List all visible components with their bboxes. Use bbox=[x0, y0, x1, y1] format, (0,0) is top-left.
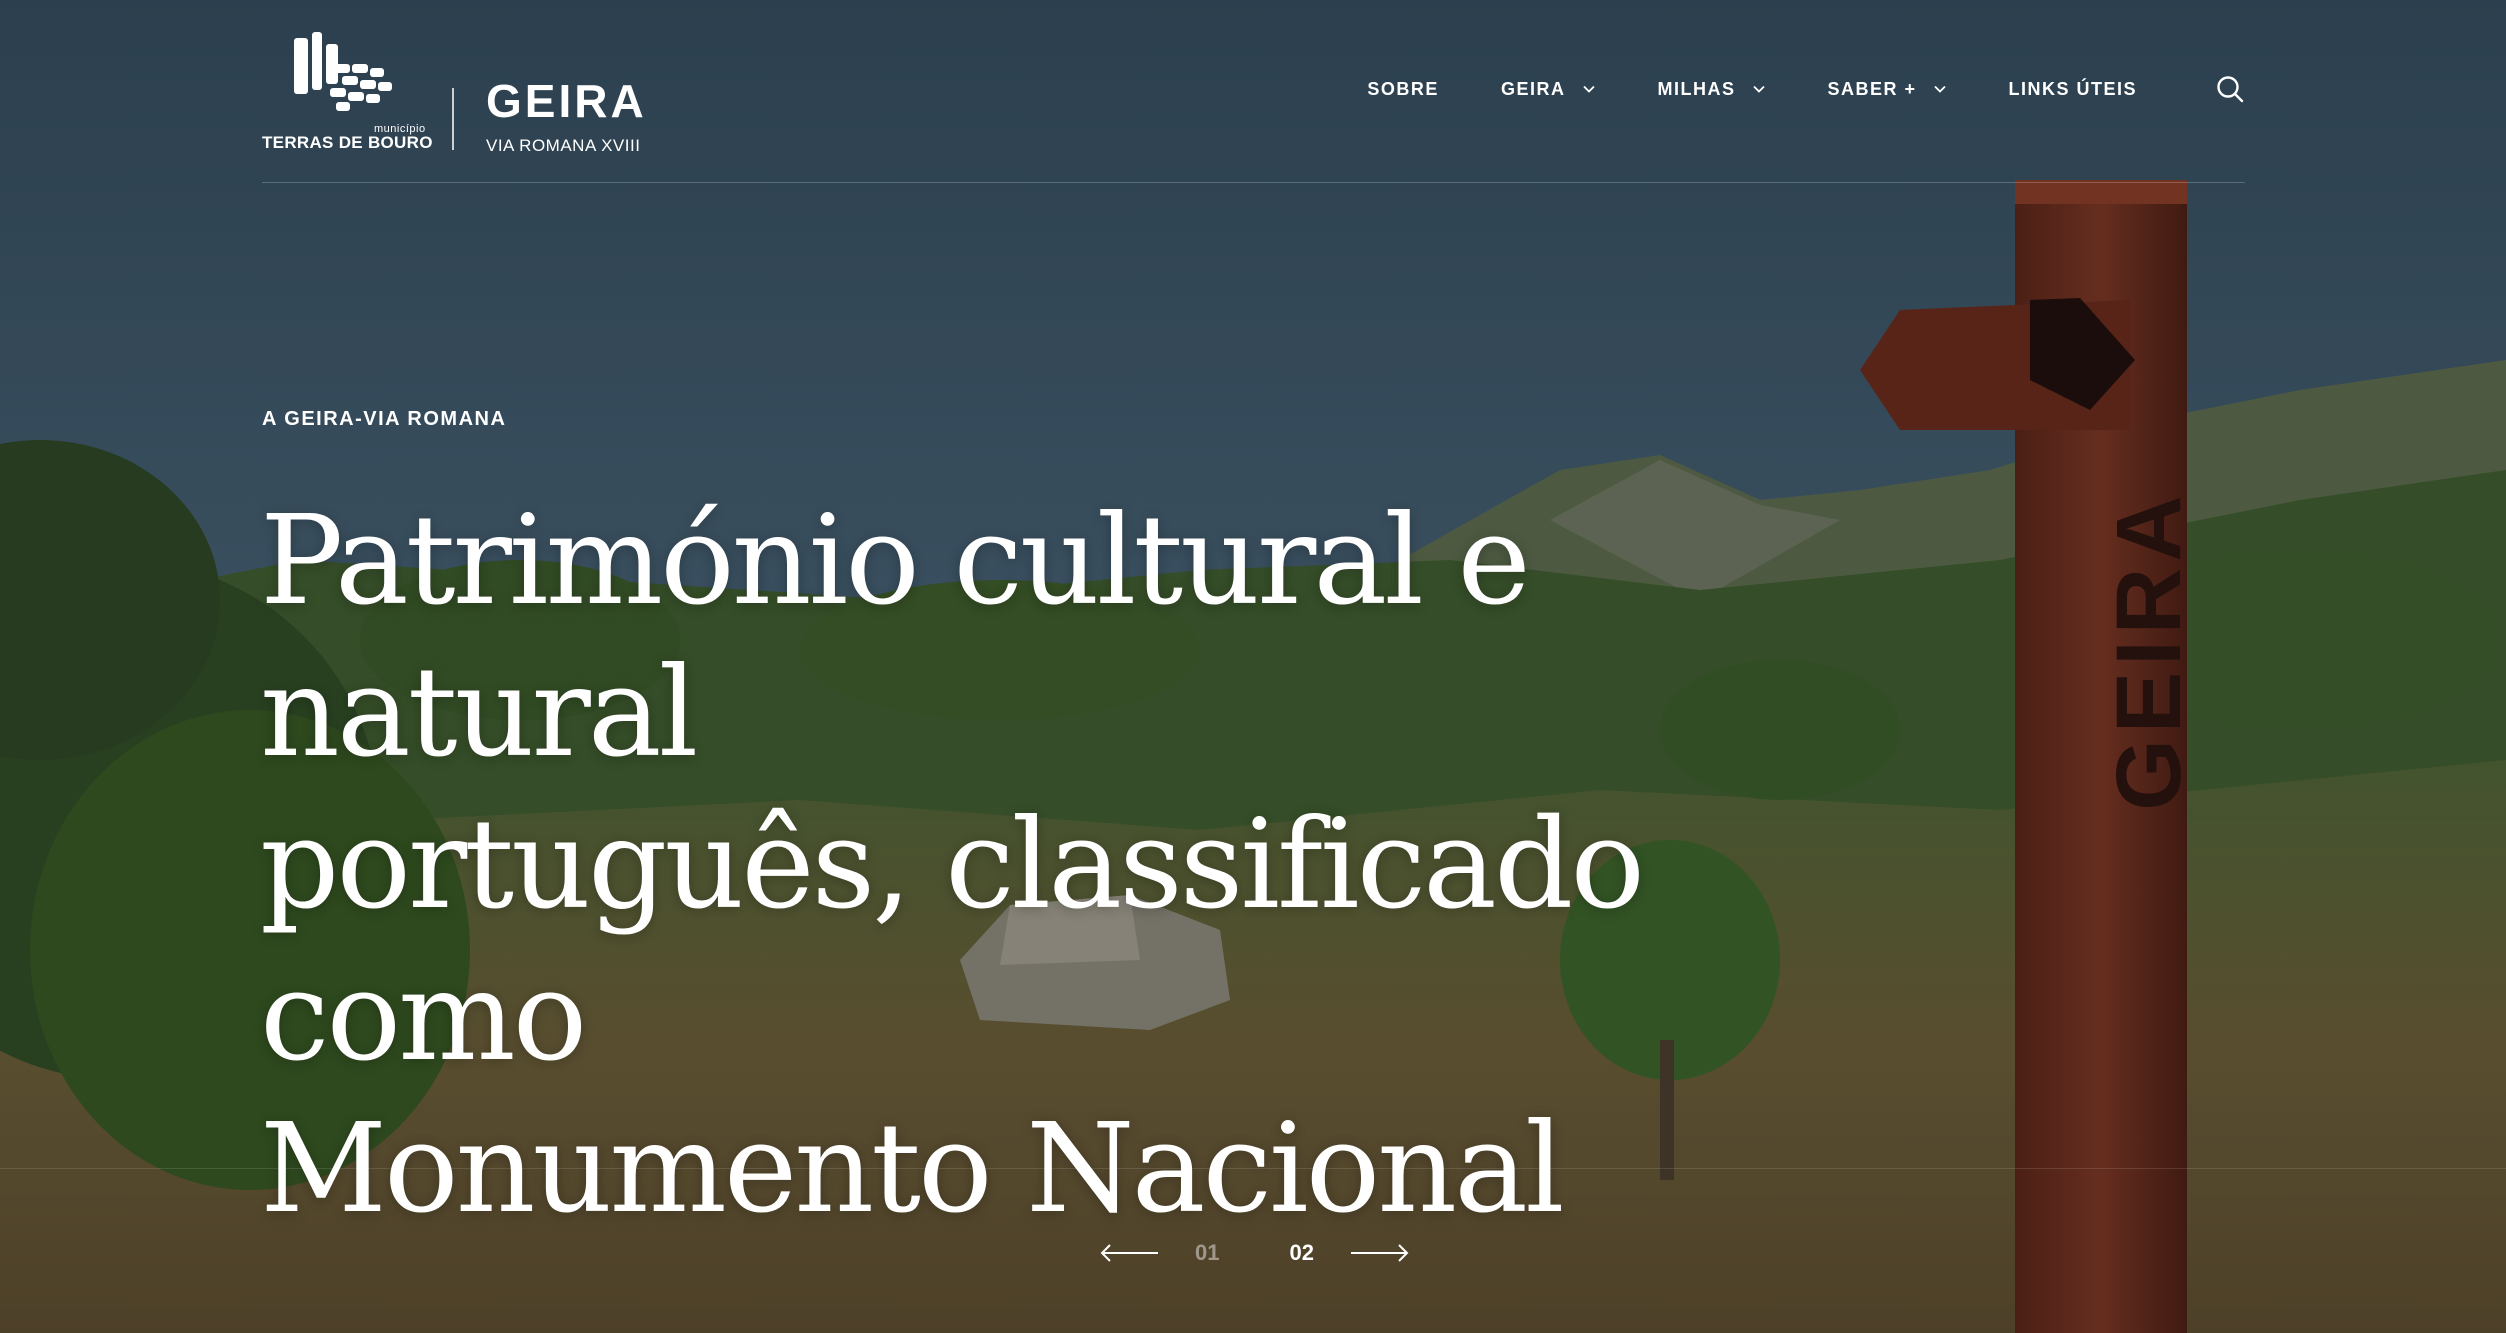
nav-item-milhas[interactable]: MILHAS bbox=[1657, 78, 1766, 100]
chevron-down-icon bbox=[1583, 85, 1596, 93]
nav-item-label: LINKS ÚTEIS bbox=[2008, 78, 2137, 99]
site-subtitle: VIA ROMANA XVIII bbox=[486, 136, 641, 155]
nav-item-saber[interactable]: SABER + bbox=[1827, 78, 1947, 100]
logo-municipio-name: TERRAS DE BOURO bbox=[262, 133, 433, 152]
arrow-right-icon[interactable] bbox=[1349, 1242, 1409, 1264]
nav-item-label: SABER + bbox=[1827, 78, 1917, 99]
slider-divider bbox=[0, 1168, 2506, 1169]
slide-indicator-01[interactable]: 01 bbox=[1195, 1240, 1219, 1266]
nav-item-links-uteis[interactable]: LINKS ÚTEIS bbox=[2008, 79, 2137, 100]
headline-line: português, classificado como bbox=[260, 793, 1645, 1089]
logo-divider bbox=[452, 88, 454, 150]
hero-eyebrow: A GEIRA-VIA ROMANA bbox=[262, 408, 507, 430]
terras-de-bouro-logo-icon bbox=[294, 32, 392, 111]
nav-item-label: SOBRE bbox=[1367, 78, 1439, 99]
site-title: GEIRA bbox=[486, 75, 647, 127]
headline-line: Património cultural e natural bbox=[260, 489, 1531, 785]
chevron-down-icon bbox=[1753, 85, 1766, 93]
slider-nav: 01 02 bbox=[1100, 1240, 1409, 1266]
nav-item-geira[interactable]: GEIRA bbox=[1501, 79, 1596, 100]
nav-item-sobre[interactable]: SOBRE bbox=[1367, 79, 1439, 100]
headline-line: Monumento Nacional bbox=[260, 1097, 1565, 1241]
arrow-left-icon[interactable] bbox=[1100, 1242, 1160, 1264]
geira-logo[interactable]: GEIRA VIA ROMANA XVIII bbox=[486, 78, 647, 156]
nav-item-label: GEIRA bbox=[1500, 78, 1566, 99]
nav-item-label: MILHAS bbox=[1657, 78, 1736, 99]
hero-headline: Património cultural e natural português,… bbox=[260, 485, 1760, 1245]
municipio-logo[interactable]: município TERRAS DE BOURO bbox=[262, 30, 432, 155]
slide-indicator-02[interactable]: 02 bbox=[1289, 1240, 1313, 1266]
site-header: município TERRAS DE BOURO GEIRA VIA ROMA… bbox=[262, 0, 2245, 183]
main-nav: SOBRE GEIRA MILHAS SABER + LINKS ÚTEIS bbox=[1305, 74, 2245, 104]
chevron-down-icon bbox=[1934, 85, 1947, 93]
search-icon[interactable] bbox=[2215, 74, 2245, 104]
